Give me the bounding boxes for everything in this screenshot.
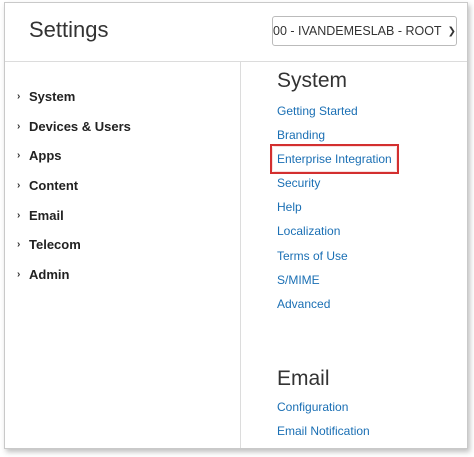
nav-item-label: Telecom: [29, 237, 81, 253]
link-branding[interactable]: Branding: [277, 123, 325, 147]
nav-item-devices-users[interactable]: › Devices & Users: [17, 112, 232, 142]
chevron-right-icon: ›: [17, 268, 21, 280]
link-getting-started[interactable]: Getting Started: [277, 99, 358, 123]
nav-item-system[interactable]: › System: [17, 82, 232, 112]
nav-item-content[interactable]: › Content: [17, 171, 232, 201]
chevron-right-icon: ›: [17, 91, 21, 103]
link-advanced[interactable]: Advanced: [277, 292, 330, 316]
link-security[interactable]: Security: [277, 171, 320, 195]
column-divider: [240, 61, 241, 448]
section-title-email: Email: [277, 367, 330, 390]
chevron-right-icon: ›: [17, 120, 21, 132]
nav-item-telecom[interactable]: › Telecom: [17, 230, 232, 260]
link-help[interactable]: Help: [277, 195, 302, 219]
nav-item-label: Devices & Users: [29, 118, 131, 134]
tenant-select-value: 00 - IVANDEMESLAB - ROOT: [273, 24, 442, 38]
page-title: Settings: [29, 17, 109, 42]
system-links: Getting Started Branding Enterprise Inte…: [270, 99, 462, 316]
section-title-system: System: [277, 69, 348, 92]
chevron-down-icon: ❯: [447, 25, 456, 37]
link-terms-of-use[interactable]: Terms of Use: [277, 244, 348, 268]
nav-item-label: Admin: [29, 266, 70, 282]
link-smime[interactable]: S/MIME: [277, 268, 320, 292]
nav-item-admin[interactable]: › Admin: [17, 260, 232, 290]
settings-window: Settings 00 - IVANDEMESLAB - ROOT ❯ › Sy…: [4, 2, 468, 449]
tenant-select[interactable]: 00 - IVANDEMESLAB - ROOT ❯: [272, 16, 457, 46]
nav-item-apps[interactable]: › Apps: [17, 141, 232, 171]
link-enterprise-integration[interactable]: Enterprise Integration: [270, 144, 399, 175]
nav-item-label: Email: [29, 207, 64, 223]
nav-item-label: System: [29, 89, 76, 105]
nav-item-email[interactable]: › Email: [17, 200, 232, 230]
link-configuration[interactable]: Configuration: [277, 395, 348, 419]
link-email-notification[interactable]: Email Notification: [277, 419, 370, 443]
chevron-right-icon: ›: [17, 209, 21, 221]
header: Settings 00 - IVANDEMESLAB - ROOT ❯: [5, 3, 467, 62]
chevron-right-icon: ›: [17, 180, 21, 192]
email-links: Configuration Email Notification: [277, 395, 462, 443]
system-section: System Getting Started Branding Enterpri…: [270, 69, 462, 316]
chevron-right-icon: ›: [17, 239, 21, 251]
nav-item-label: Apps: [29, 148, 62, 164]
chevron-right-icon: ›: [17, 150, 21, 162]
email-section: Email Configuration Email Notification: [277, 367, 462, 443]
nav-item-label: Content: [29, 178, 79, 194]
link-localization[interactable]: Localization: [277, 219, 340, 243]
settings-nav: › System › Devices & Users › Apps › Cont…: [17, 82, 232, 289]
